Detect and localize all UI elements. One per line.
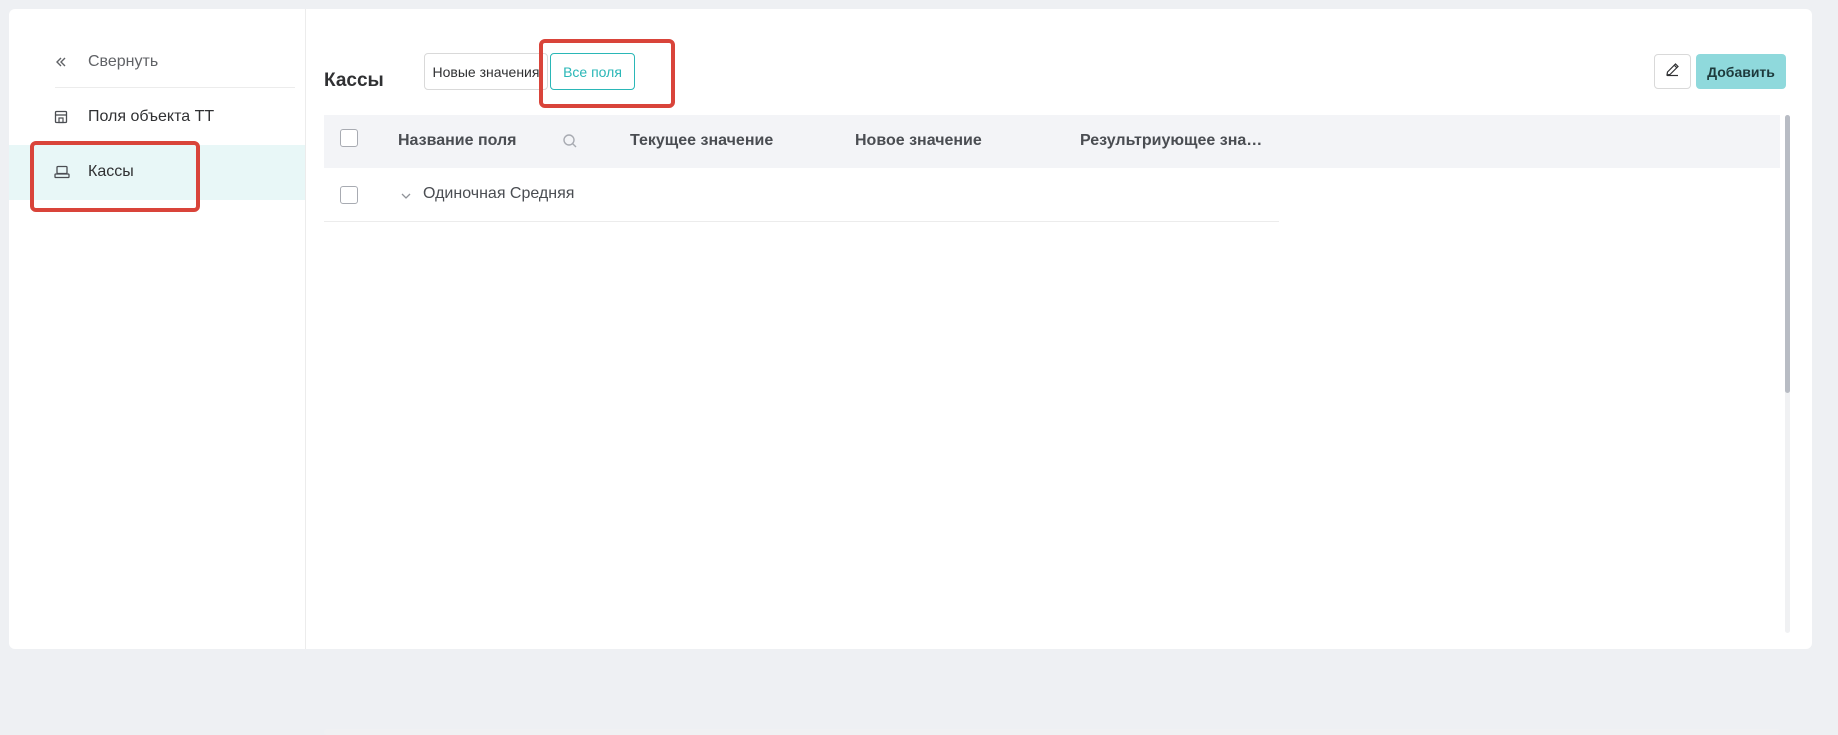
fields-table: Название поля Текущее значение Новое зна…	[324, 115, 1780, 735]
column-header-result: Результриующее зна…	[1080, 132, 1263, 149]
add-button[interactable]: Добавить	[1696, 54, 1786, 89]
table-row[interactable]: Одиночная Средняя	[324, 168, 1279, 222]
sidebar: Свернуть Поля объекта ТТ Кассы	[9, 9, 306, 649]
double-chevron-left-icon	[54, 55, 76, 69]
collapse-button[interactable]: Свернуть	[54, 53, 158, 71]
column-header-new: Новое значение	[855, 132, 982, 149]
scrollbar-thumb[interactable]	[1785, 115, 1790, 393]
tab-all-fields[interactable]: Все поля	[550, 53, 635, 90]
sidebar-item-label: Кассы	[88, 163, 134, 180]
row-name: Одиночная Средняя	[423, 185, 575, 202]
sidebar-item-fields[interactable]: Поля объекта ТТ	[54, 108, 214, 126]
sidebar-item-kassy[interactable]: Кассы	[54, 163, 134, 181]
main-content: Кассы Новые значения Все поля Добавить Н…	[324, 9, 1812, 735]
column-header-current: Текущее значение	[630, 132, 774, 149]
pencil-icon	[1665, 62, 1680, 82]
select-all-checkbox[interactable]	[340, 129, 358, 147]
cash-register-icon	[54, 165, 76, 179]
row-checkbox[interactable]	[340, 186, 358, 204]
store-icon	[54, 110, 76, 124]
search-icon[interactable]	[562, 133, 578, 154]
chevron-down-icon[interactable]	[400, 188, 412, 206]
collapse-label: Свернуть	[88, 53, 159, 70]
horizontal-scrollbar[interactable]	[324, 729, 1780, 735]
page-title: Кассы	[324, 70, 384, 91]
tab-new-values[interactable]: Новые значения	[424, 53, 548, 90]
edit-button[interactable]	[1654, 54, 1691, 89]
divider	[55, 87, 295, 88]
sidebar-item-label: Поля объекта ТТ	[88, 108, 215, 125]
column-header-name: Название поля	[398, 132, 517, 149]
page-card: Свернуть Поля объекта ТТ Кассы Кассы Нов…	[9, 9, 1812, 735]
table-header: Название поля Текущее значение Новое зна…	[324, 115, 1780, 168]
vertical-scrollbar[interactable]	[1785, 115, 1790, 633]
